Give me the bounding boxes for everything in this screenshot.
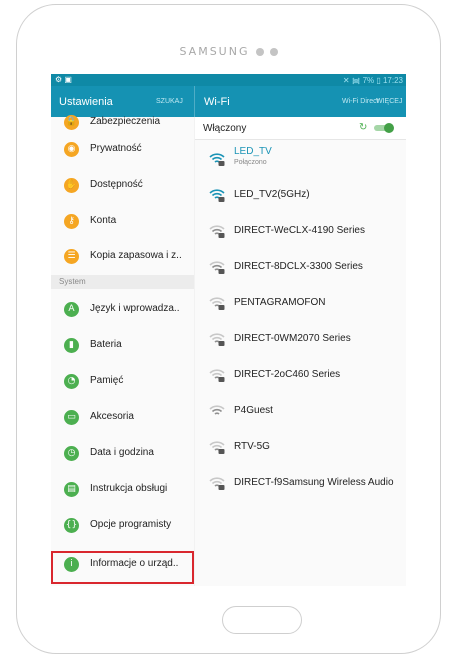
settings-item-date-time[interactable]: ◷ Data i godzina — [51, 436, 194, 472]
network-item[interactable]: LED_TV2(5GHz) — [195, 177, 406, 213]
refresh-icon[interactable]: ↻ — [359, 122, 367, 133]
pane-divider — [194, 86, 195, 117]
wifi-locked-icon — [209, 189, 225, 202]
status-indicators: ✕ ᯼ 7% ▯ 17:23 — [342, 76, 403, 85]
network-item[interactable]: DIRECT-8DCLX-3300 Series — [195, 249, 406, 285]
settings-item-storage[interactable]: ◔ Pamięć — [51, 364, 194, 400]
wifi-locked-icon — [209, 153, 225, 166]
network-item[interactable]: DIRECT-2oC460 Series — [195, 357, 406, 393]
network-item[interactable]: DIRECT-0WM2070 Series — [195, 321, 406, 357]
brand-logo: SAMSUNG — [17, 45, 440, 58]
network-name: RTV-5G — [234, 441, 270, 452]
accessories-icon: ▭ — [64, 410, 79, 425]
settings-item-accounts[interactable]: ⚷ Konta — [51, 204, 194, 240]
settings-item-battery[interactable]: ▮ Bateria — [51, 328, 194, 364]
settings-item-language[interactable]: A Język i wprowadza.. — [51, 292, 194, 328]
screen: ⚙ ▣ ✕ ᯼ 7% ▯ 17:23 Ustawienia SZUKAJ Wi-… — [51, 74, 406, 586]
notification-icons: ⚙ ▣ — [55, 75, 72, 84]
network-name: DIRECT-2oC460 Series — [234, 369, 341, 380]
network-status: Połączono — [234, 159, 267, 166]
selection-highlight — [51, 551, 194, 584]
clock-icon: ◷ — [64, 446, 79, 461]
wifi-title: Wi-Fi — [204, 96, 230, 108]
battery-icon: ▮ — [64, 338, 79, 353]
network-item[interactable]: RTV-5G — [195, 429, 406, 465]
home-button[interactable] — [222, 606, 302, 634]
settings-item-developer[interactable]: {} Opcje programisty — [51, 508, 194, 544]
lock-icon: 🔒 — [64, 115, 79, 130]
wifi-panel: Włączony ↻ LED_TV Połączono LED_TV2(5GHz… — [195, 117, 406, 586]
network-name: PENTAGRAMOFON — [234, 297, 326, 308]
wifi-toggle[interactable] — [374, 123, 394, 133]
settings-list: 🔒 Zabezpieczenia ◉ Prywatność ✋ Dostępność … — [51, 115, 194, 586]
wifi-open-icon — [209, 405, 225, 415]
network-name: P4Guest — [234, 405, 273, 416]
privacy-icon: ◉ — [64, 142, 79, 157]
section-header-system: System — [51, 275, 194, 289]
key-icon: ⚷ — [64, 214, 79, 229]
status-bar: ⚙ ▣ ✕ ᯼ 7% ▯ 17:23 — [51, 74, 406, 86]
wifi-locked-icon — [209, 225, 225, 238]
accessibility-icon: ✋ — [64, 178, 79, 193]
wifi-locked-icon — [209, 261, 225, 274]
settings-item-privacy[interactable]: ◉ Prywatność — [51, 132, 194, 168]
network-item[interactable]: P4Guest — [195, 393, 406, 429]
wifi-locked-icon — [209, 297, 225, 310]
network-item[interactable]: PENTAGRAMOFON — [195, 285, 406, 321]
network-item[interactable]: LED_TV Połączono — [195, 141, 406, 177]
settings-item-accessories[interactable]: ▭ Akcesoria — [51, 400, 194, 436]
wifi-direct-button[interactable]: Wi-Fi Direct — [342, 98, 379, 105]
network-name: DIRECT-8DCLX-3300 Series — [234, 261, 363, 272]
toggle-knob — [384, 123, 394, 133]
settings-item-backup[interactable]: ☰ Kopia zapasowa i z.. — [51, 239, 194, 275]
wifi-status-icon: ᯼ — [351, 76, 361, 85]
network-name: DIRECT-WeCLX-4190 Series — [234, 225, 365, 236]
settings-item-manual[interactable]: ▤ Instrukcja obsługi — [51, 472, 194, 508]
network-name: LED_TV2(5GHz) — [234, 189, 310, 200]
wifi-locked-icon — [209, 477, 225, 490]
wifi-switch-row[interactable]: Włączony ↻ — [195, 117, 406, 140]
wifi-locked-icon — [209, 441, 225, 454]
storage-icon: ◔ — [64, 374, 79, 389]
settings-item-accessibility[interactable]: ✋ Dostępność — [51, 168, 194, 204]
developer-icon: {} — [64, 518, 79, 533]
language-icon: A — [64, 302, 79, 317]
manual-icon: ▤ — [64, 482, 79, 497]
backup-icon: ☰ — [64, 249, 79, 264]
network-name: DIRECT-0WM2070 Series — [234, 333, 351, 344]
sensor-icon — [269, 48, 278, 56]
wifi-locked-icon — [209, 333, 225, 346]
network-name: LED_TV — [234, 146, 272, 157]
camera-icon — [255, 48, 264, 56]
wifi-switch-label: Włączony — [203, 123, 247, 134]
network-item[interactable]: DIRECT-f9Samsung Wireless Audio — [195, 465, 406, 501]
wifi-locked-icon — [209, 369, 225, 382]
mute-icon: ✕ — [342, 76, 350, 85]
network-item[interactable]: DIRECT-WeCLX-4190 Series — [195, 213, 406, 249]
search-button[interactable]: SZUKAJ — [156, 98, 183, 105]
network-name: DIRECT-f9Samsung Wireless Audio — [234, 477, 394, 488]
more-button[interactable]: WIĘCEJ — [376, 98, 402, 105]
